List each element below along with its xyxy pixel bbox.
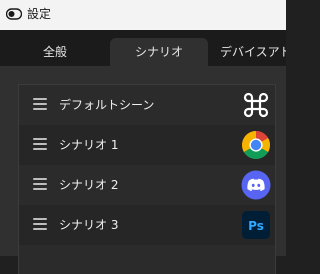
photoshop-icon: Ps (242, 211, 270, 239)
drag-handle-icon[interactable] (33, 138, 47, 150)
scenario-row-3[interactable]: シナリオ 3 Ps (19, 205, 275, 245)
scenario-row-default[interactable]: デフォルトシーン (19, 85, 275, 125)
scenario-row-2[interactable]: シナリオ 2 (19, 165, 275, 205)
tab-bar: 全般 シナリオ デバイスアドレ (0, 30, 286, 66)
chrome-icon (242, 131, 270, 159)
app-logo-icon (6, 8, 22, 20)
svg-text:Ps: Ps (248, 219, 264, 233)
discord-icon (241, 170, 271, 200)
scenario-label: シナリオ 3 (59, 218, 119, 232)
scenario-row-1[interactable]: シナリオ 1 (19, 125, 275, 165)
scenario-label: シナリオ 2 (59, 178, 119, 192)
scenario-list: デフォルトシーン シナリオ 1 シナリオ 2 シナリオ 3 Ps (18, 84, 276, 274)
drag-handle-icon[interactable] (33, 218, 47, 230)
tab-scenario[interactable]: シナリオ (110, 38, 208, 66)
scenario-label: デフォルトシーン (59, 98, 155, 112)
tab-general[interactable]: 全般 (0, 38, 110, 66)
drag-handle-icon[interactable] (33, 98, 47, 110)
command-key-icon (243, 92, 269, 118)
drag-handle-icon[interactable] (33, 178, 47, 190)
window-titlebar: 設定 (0, 0, 286, 30)
window-title: 設定 (27, 7, 52, 21)
scenario-panel: デフォルトシーン シナリオ 1 シナリオ 2 シナリオ 3 Ps (0, 66, 286, 274)
tab-device-address[interactable]: デバイスアドレ (208, 38, 286, 66)
scenario-label: シナリオ 1 (59, 138, 119, 152)
